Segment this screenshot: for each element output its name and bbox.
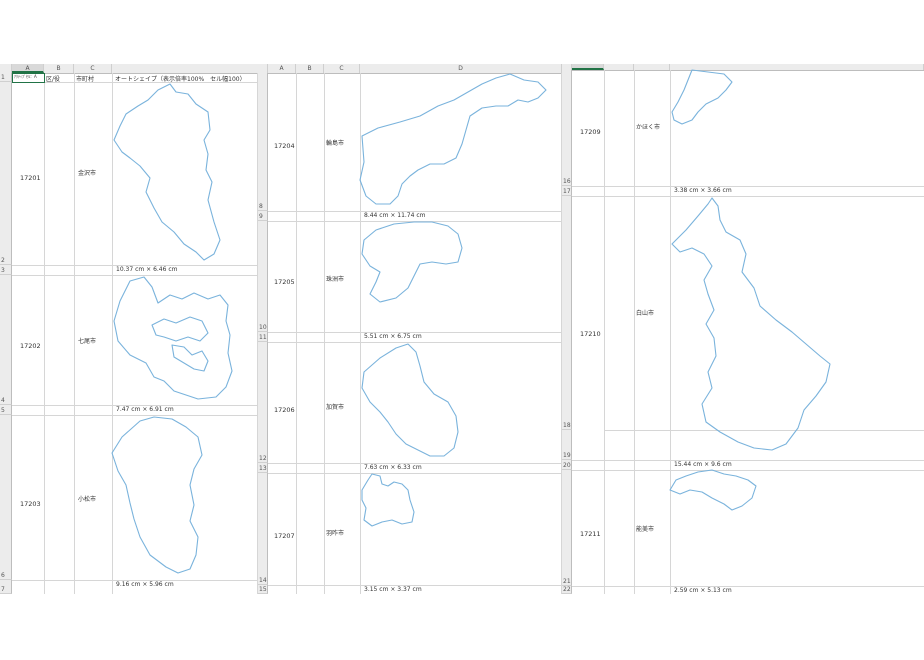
row-header[interactable]: 18 bbox=[562, 196, 572, 430]
column-header-b[interactable]: B bbox=[296, 64, 324, 73]
city-code: 17207 bbox=[274, 532, 295, 540]
shape-dimensions: 3.15 cm × 3.37 cm bbox=[364, 586, 422, 593]
komatsu-shape[interactable] bbox=[110, 415, 210, 577]
select-all-corner[interactable] bbox=[0, 64, 12, 73]
cell-a1[interactable]: ｱｸﾃｨﾌﾞｾﾙ：A bbox=[14, 74, 37, 80]
city-code: 17209 bbox=[580, 128, 601, 136]
shape-dimensions: 9.16 cm × 5.96 cm bbox=[116, 581, 174, 588]
city-name: 珠洲市 bbox=[326, 276, 345, 283]
cell-b1[interactable]: 区/役 bbox=[46, 74, 60, 83]
city-name: 小松市 bbox=[78, 496, 97, 503]
sheet-panel-1: A B C 1 2 3 4 5 6 7 ｱｸﾃｨﾌﾞｾﾙ：A 区/役 市町村 オ… bbox=[0, 64, 258, 594]
row-header[interactable]: 15 bbox=[258, 585, 268, 594]
city-code: 17203 bbox=[20, 500, 41, 508]
shape-dimensions: 3.38 cm × 3.66 cm bbox=[674, 187, 732, 194]
sheet-panel-3: 16 17 18 19 20 21 22 17209 かほく市 3.38 cm … bbox=[562, 64, 924, 594]
city-code: 17205 bbox=[274, 278, 295, 286]
column-header-c[interactable]: C bbox=[324, 64, 360, 73]
hakusan-shape[interactable] bbox=[668, 196, 834, 454]
kaga-shape[interactable] bbox=[358, 342, 464, 462]
row-header[interactable]: 1 bbox=[0, 73, 12, 82]
city-code: 17204 bbox=[274, 142, 295, 150]
row-header[interactable]: 11 bbox=[258, 332, 268, 342]
sheet-panel-2: A B C D 8 9 10 11 12 13 14 15 17204 輪島市 … bbox=[258, 64, 562, 594]
shape-dimensions: 7.63 cm × 6.33 cm bbox=[364, 464, 422, 471]
city-name: 羽咋市 bbox=[326, 530, 345, 537]
row-header[interactable]: 21 bbox=[562, 470, 572, 586]
city-name: 金沢市 bbox=[78, 170, 97, 177]
city-name: 能美市 bbox=[636, 526, 655, 533]
row-header[interactable]: 8 bbox=[258, 73, 268, 211]
city-code: 17206 bbox=[274, 406, 295, 414]
cell-c1[interactable]: 市町村 bbox=[76, 74, 94, 83]
row-header[interactable]: 6 bbox=[0, 415, 12, 580]
nomi-shape[interactable] bbox=[668, 468, 758, 512]
row-header[interactable]: 4 bbox=[0, 275, 12, 405]
city-code: 17211 bbox=[580, 530, 601, 538]
column-header-a[interactable]: A bbox=[268, 64, 296, 73]
column-header-b[interactable] bbox=[604, 64, 634, 70]
row-header[interactable]: 16 bbox=[562, 70, 572, 186]
row-header[interactable]: 9 bbox=[258, 211, 268, 221]
select-all-corner[interactable] bbox=[258, 64, 268, 73]
row-header[interactable]: 2 bbox=[0, 82, 12, 265]
row-header[interactable]: 12 bbox=[258, 342, 268, 463]
city-name: 七尾市 bbox=[78, 338, 97, 345]
city-name: 加賀市 bbox=[326, 404, 345, 411]
hakui-shape[interactable] bbox=[358, 472, 420, 528]
city-name: かほく市 bbox=[636, 124, 661, 131]
city-name: 白山市 bbox=[636, 310, 655, 317]
shape-dimensions: 15.44 cm × 9.6 cm bbox=[674, 461, 732, 468]
kanazawa-shape[interactable] bbox=[110, 82, 240, 264]
column-header-a[interactable]: A bbox=[12, 64, 44, 73]
city-code: 17202 bbox=[20, 342, 41, 350]
shape-dimensions: 2.59 cm × 5.13 cm bbox=[674, 587, 732, 594]
shape-dimensions: 8.44 cm × 11.74 cm bbox=[364, 212, 426, 219]
column-header-c[interactable] bbox=[634, 64, 670, 70]
shape-dimensions: 10.37 cm × 6.46 cm bbox=[116, 266, 178, 273]
wajima-shape[interactable] bbox=[358, 72, 550, 208]
row-header[interactable]: 17 bbox=[562, 186, 572, 196]
city-name: 輪島市 bbox=[326, 140, 345, 147]
suzu-shape[interactable] bbox=[358, 220, 468, 310]
row-header[interactable]: 13 bbox=[258, 463, 268, 473]
column-header-b[interactable]: B bbox=[44, 64, 74, 73]
row-header[interactable]: 10 bbox=[258, 221, 268, 332]
row-header[interactable]: 14 bbox=[258, 473, 268, 585]
column-header-bar bbox=[562, 64, 924, 71]
kahoku-shape[interactable] bbox=[668, 68, 734, 126]
row-header[interactable]: 5 bbox=[0, 405, 12, 415]
shape-dimensions: 7.47 cm × 6.91 cm bbox=[116, 406, 174, 413]
row-header[interactable]: 19 bbox=[562, 430, 572, 460]
nanao-shape[interactable] bbox=[112, 275, 237, 405]
row-header[interactable]: 3 bbox=[0, 265, 12, 275]
shape-dimensions: 5.51 cm × 6.75 cm bbox=[364, 333, 422, 340]
row-header[interactable]: 22 bbox=[562, 586, 572, 594]
row-header[interactable]: 20 bbox=[562, 460, 572, 470]
column-header-c[interactable]: C bbox=[74, 64, 112, 73]
row-header[interactable]: 7 bbox=[0, 580, 12, 594]
city-code: 17201 bbox=[20, 174, 41, 182]
city-code: 17210 bbox=[580, 330, 601, 338]
column-header-a[interactable] bbox=[572, 64, 604, 70]
